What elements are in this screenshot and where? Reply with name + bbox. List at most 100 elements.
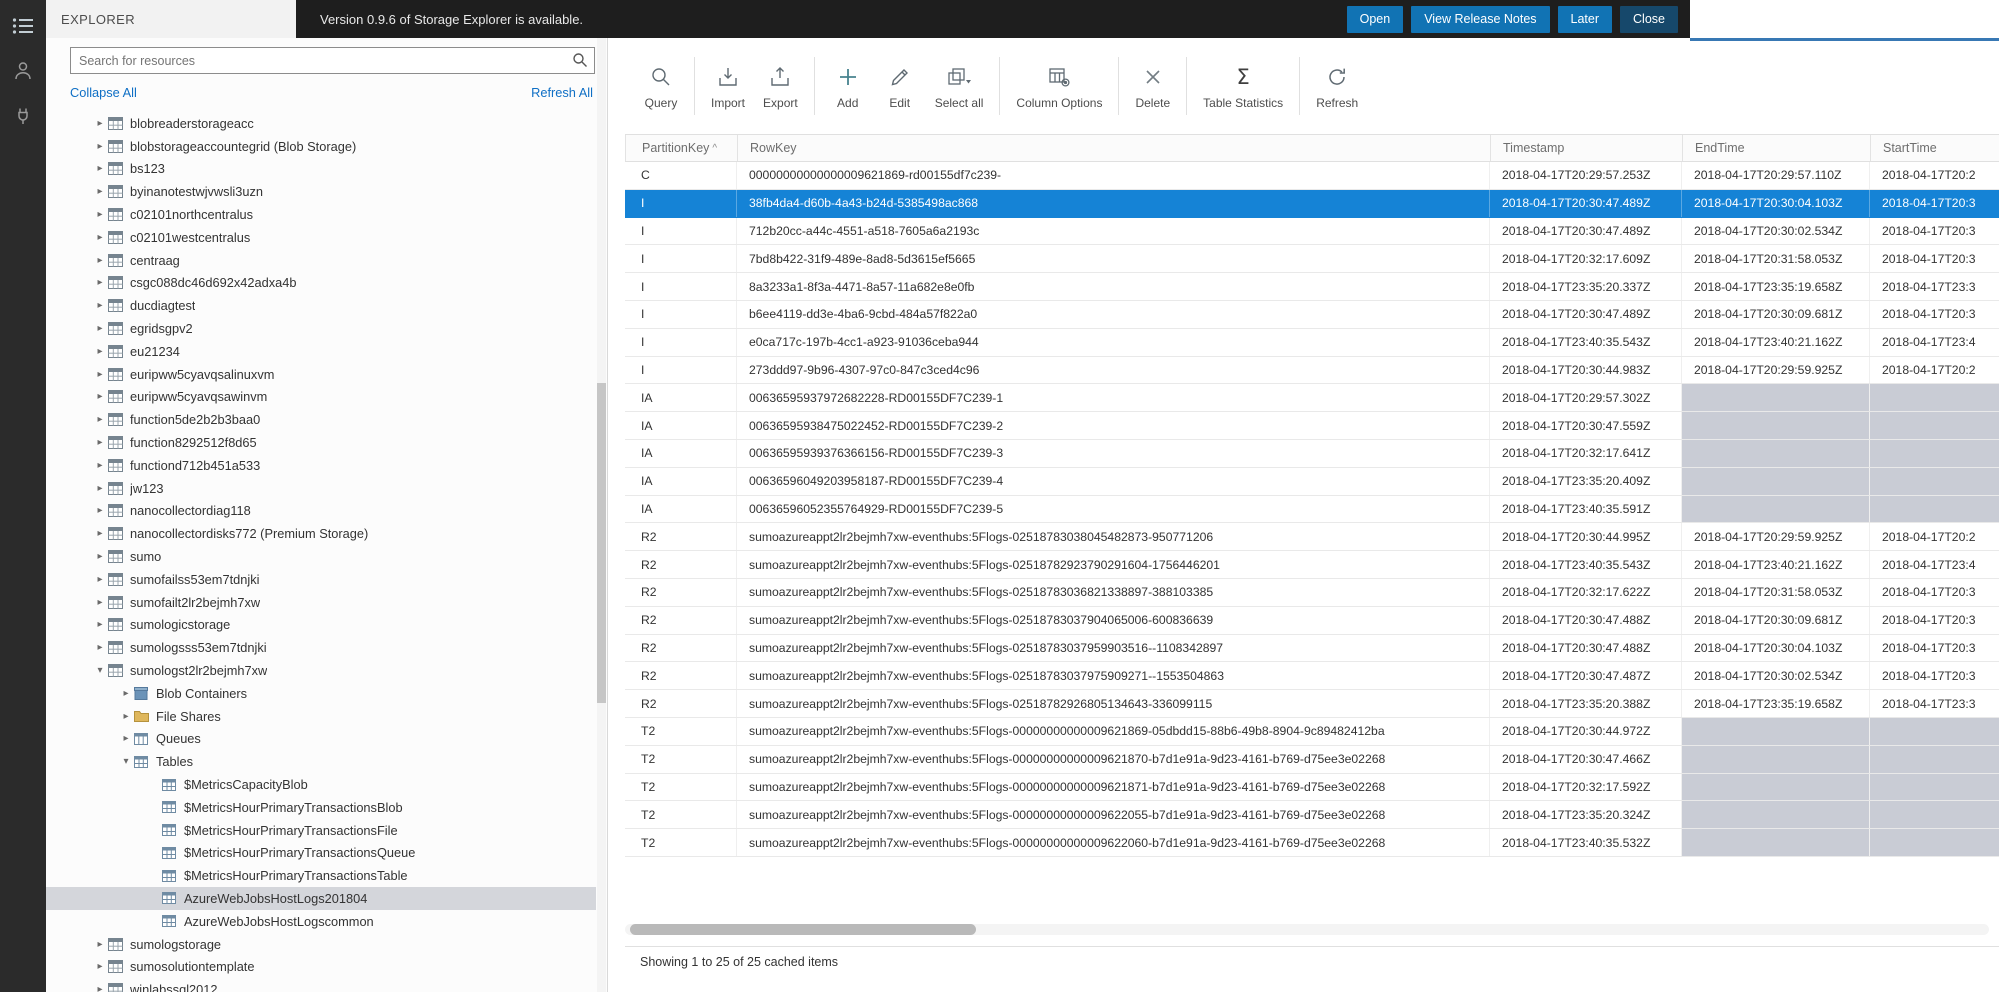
import-button[interactable]: Import (702, 49, 754, 123)
chevron-icon[interactable]: ▾ (118, 756, 134, 767)
tree-item[interactable]: ▸ c02101northcentralus (46, 203, 596, 226)
tree-item[interactable]: ▾ Tables (46, 750, 596, 773)
select-all-button[interactable]: Select all (926, 49, 993, 123)
tree-item[interactable]: $MetricsHourPrimaryTransactionsFile (46, 819, 596, 842)
tree-item[interactable]: ▸ euripww5cyavqsawinvm (46, 386, 596, 409)
delete-button[interactable]: Delete (1126, 49, 1179, 123)
table-row[interactable]: C 00000000000000009621869-rd00155df7c239… (625, 162, 1999, 190)
chevron-icon[interactable]: ▸ (118, 711, 134, 722)
sidebar-scrollbar-thumb[interactable] (597, 383, 606, 703)
chevron-icon[interactable]: ▸ (92, 300, 108, 311)
table-row[interactable]: R2 sumoazureappt2lr2bejmh7xw-eventhubs:5… (625, 635, 1999, 663)
collapse-all-link[interactable]: Collapse All (70, 85, 137, 100)
chevron-icon[interactable]: ▸ (118, 733, 134, 744)
table-row[interactable]: R2 sumoazureappt2lr2bejmh7xw-eventhubs:5… (625, 662, 1999, 690)
header-cell-partitionkey[interactable]: PartitionKey ^ (625, 135, 737, 161)
table-row[interactable]: R2 sumoazureappt2lr2bejmh7xw-eventhubs:5… (625, 690, 1999, 718)
close-button[interactable]: Close (1620, 6, 1678, 33)
table-row[interactable]: R2 sumoazureappt2lr2bejmh7xw-eventhubs:5… (625, 607, 1999, 635)
tree-item[interactable]: ▸ sumo (46, 545, 596, 568)
chevron-icon[interactable]: ▸ (92, 437, 108, 448)
tree-item[interactable]: AzureWebJobsHostLogscommon (46, 910, 596, 933)
tree-item[interactable]: ▸ function5de2b2b3baa0 (46, 408, 596, 431)
chevron-icon[interactable]: ▸ (92, 323, 108, 334)
chevron-icon[interactable]: ▸ (92, 209, 108, 220)
search-icon[interactable] (572, 52, 588, 73)
query-button[interactable]: Query (635, 49, 687, 123)
header-cell-starttime[interactable]: StartTime (1870, 135, 1999, 161)
chevron-icon[interactable]: ▸ (92, 961, 108, 972)
chevron-icon[interactable]: ▸ (92, 346, 108, 357)
tree-item[interactable]: ▸ sumologstorage (46, 933, 596, 956)
chevron-icon[interactable]: ▸ (92, 505, 108, 516)
tree-item[interactable]: ▸ c02101westcentralus (46, 226, 596, 249)
chevron-icon[interactable]: ▸ (92, 391, 108, 402)
chevron-icon[interactable]: ▸ (92, 163, 108, 174)
tree-item[interactable]: ▸ sumologsss53em7tdnjki (46, 636, 596, 659)
tree-item[interactable]: ▸ nanocollectordiag118 (46, 500, 596, 523)
table-statistics-button[interactable]: Σ Table Statistics (1194, 49, 1292, 123)
table-row[interactable]: R2 sumoazureappt2lr2bejmh7xw-eventhubs:5… (625, 579, 1999, 607)
chevron-icon[interactable]: ▸ (92, 255, 108, 266)
search-input[interactable] (70, 47, 595, 74)
chevron-icon[interactable]: ▸ (92, 460, 108, 471)
table-row[interactable]: I b6ee4119-dd3e-4ba6-9cbd-484a57f822a0 2… (625, 301, 1999, 329)
chevron-icon[interactable]: ▸ (92, 574, 108, 585)
header-cell-timestamp[interactable]: Timestamp (1490, 135, 1682, 161)
tree-item[interactable]: AzureWebJobsHostLogs201804 (46, 887, 596, 910)
table-row[interactable]: T2 sumoazureappt2lr2bejmh7xw-eventhubs:5… (625, 774, 1999, 802)
refresh-all-link[interactable]: Refresh All (531, 85, 593, 100)
tree-item[interactable]: ▸ sumosolutiontemplate (46, 955, 596, 978)
tree-item[interactable]: ▸ winlabssql2012 (46, 978, 596, 992)
plug-icon[interactable] (0, 98, 46, 134)
tree-item[interactable]: ▸ ducdiagtest (46, 294, 596, 317)
chevron-icon[interactable]: ▸ (92, 642, 108, 653)
tree-item[interactable]: $MetricsCapacityBlob (46, 773, 596, 796)
chevron-icon[interactable]: ▸ (92, 118, 108, 129)
chevron-icon[interactable]: ▸ (92, 528, 108, 539)
tree-item[interactable]: ▸ sumologicstorage (46, 614, 596, 637)
chevron-icon[interactable]: ▸ (92, 619, 108, 630)
table-row[interactable]: I 712b20cc-a44c-4551-a518-7605a6a2193c 2… (625, 218, 1999, 246)
explorer-list-icon[interactable] (0, 8, 46, 44)
chevron-icon[interactable]: ▸ (92, 483, 108, 494)
table-row[interactable]: R2 sumoazureappt2lr2bejmh7xw-eventhubs:5… (625, 523, 1999, 551)
tree-item[interactable]: ▸ nanocollectordisks772 (Premium Storage… (46, 522, 596, 545)
table-row[interactable]: I 8a3233a1-8f3a-4471-8a57-11a682e8e0fb 2… (625, 273, 1999, 301)
chevron-icon[interactable]: ▸ (92, 984, 108, 992)
table-row[interactable]: T2 sumoazureappt2lr2bejmh7xw-eventhubs:5… (625, 829, 1999, 857)
tree-item[interactable]: $MetricsHourPrimaryTransactionsBlob (46, 796, 596, 819)
table-row[interactable]: I 38fb4da4-d60b-4a43-b24d-5385498ac868 2… (625, 190, 1999, 218)
chevron-icon[interactable]: ▸ (92, 551, 108, 562)
chevron-icon[interactable]: ▸ (92, 232, 108, 243)
tree-item[interactable]: ▸ euripww5cyavqsalinuxvm (46, 363, 596, 386)
edit-button[interactable]: Edit (874, 49, 926, 123)
tree-item[interactable]: ▸ Blob Containers (46, 682, 596, 705)
tree-item[interactable]: ▸ File Shares (46, 705, 596, 728)
table-row[interactable]: I 273ddd97-9b96-4307-97c0-847c3ced4c96 2… (625, 357, 1999, 385)
table-row[interactable]: IA 00636595939376366156-RD00155DF7C239-3… (625, 440, 1999, 468)
tree-item[interactable]: ▸ Queues (46, 728, 596, 751)
tree-item[interactable]: ▸ centraag (46, 249, 596, 272)
table-row[interactable]: IA 00636595938475022452-RD00155DF7C239-2… (625, 412, 1999, 440)
chevron-icon[interactable]: ▸ (92, 939, 108, 950)
tree-item[interactable]: ▸ eu21234 (46, 340, 596, 363)
table-row[interactable]: IA 00636596049203958187-RD00155DF7C239-4… (625, 468, 1999, 496)
tree-item[interactable]: ▾ sumologst2lr2bejmh7xw (46, 659, 596, 682)
open-button[interactable]: Open (1347, 6, 1404, 33)
tree-item[interactable]: ▸ csgc088dc46d692x42adxa4b (46, 272, 596, 295)
tree-item[interactable]: ▸ sumofailt2lr2bejmh7xw (46, 591, 596, 614)
table-row[interactable]: T2 sumoazureappt2lr2bejmh7xw-eventhubs:5… (625, 718, 1999, 746)
header-cell-rowkey[interactable]: RowKey (737, 135, 1490, 161)
tree-item[interactable]: $MetricsHourPrimaryTransactionsTable (46, 864, 596, 887)
tree-item[interactable]: ▸ jw123 (46, 477, 596, 500)
table-row[interactable]: IA 00636596052355764929-RD00155DF7C239-5… (625, 496, 1999, 524)
horizontal-scrollbar-thumb[interactable] (630, 924, 976, 935)
tree-item[interactable]: ▸ sumofailss53em7tdnjki (46, 568, 596, 591)
chevron-icon[interactable]: ▸ (92, 277, 108, 288)
tree-item[interactable]: ▸ function8292512f8d65 (46, 431, 596, 454)
chevron-icon[interactable]: ▾ (92, 665, 108, 676)
tree-item[interactable]: ▸ functiond712b451a533 (46, 454, 596, 477)
tree-item[interactable]: ▸ bs123 (46, 158, 596, 181)
refresh-button[interactable]: Refresh (1307, 49, 1367, 123)
